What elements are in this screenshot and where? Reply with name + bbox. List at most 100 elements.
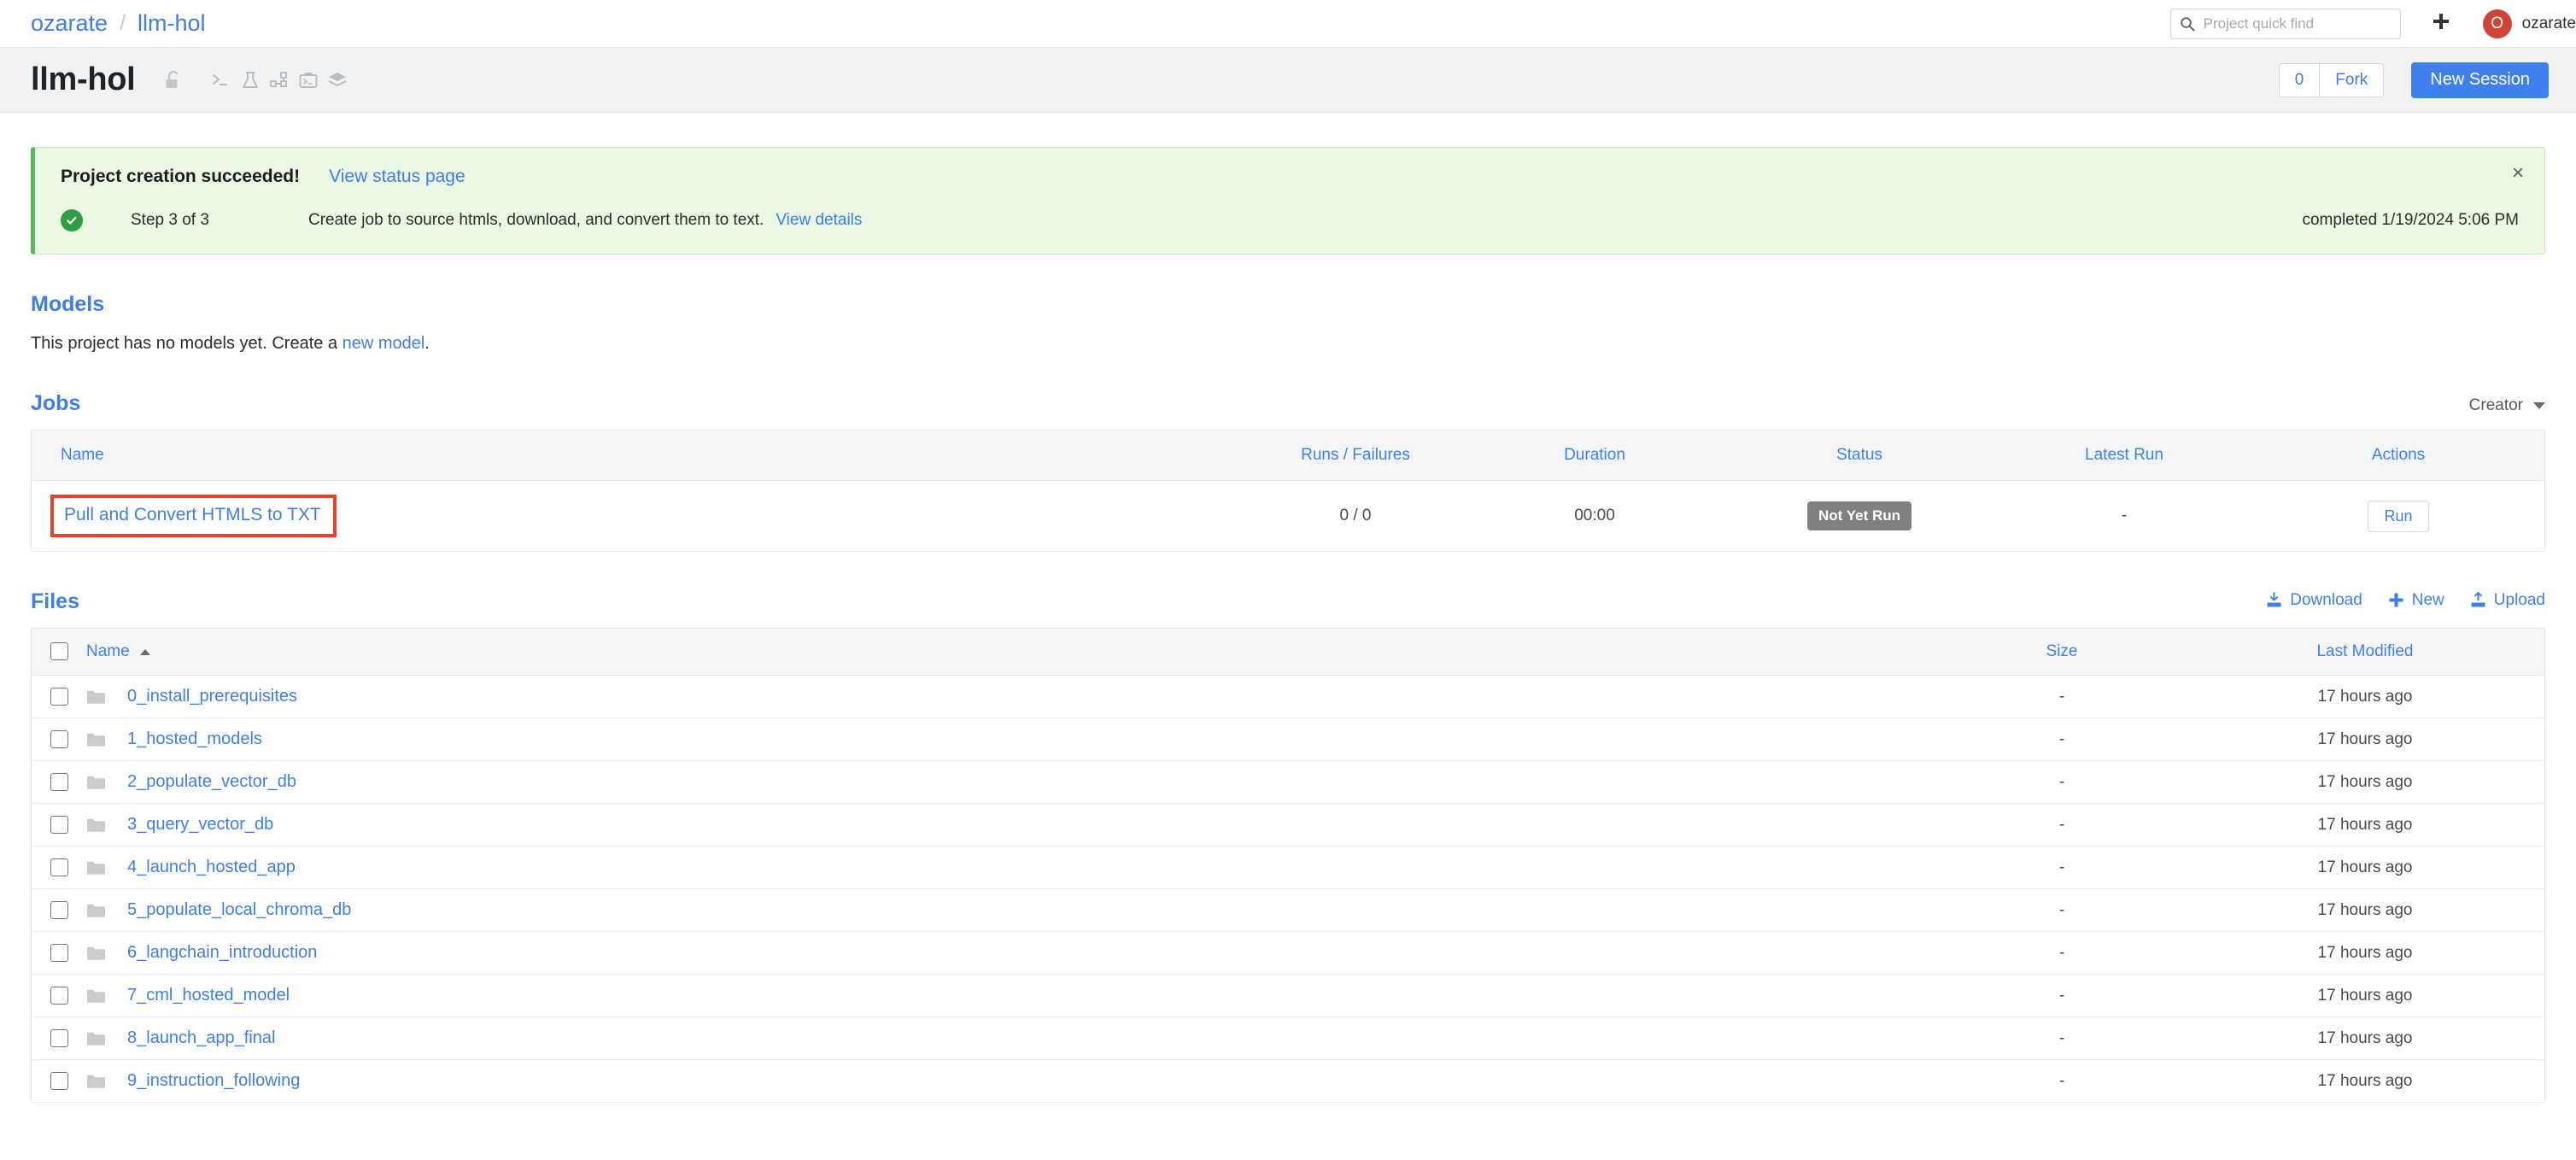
file-name-cell: 5_populate_local_chroma_db (86, 888, 1938, 932)
table-row[interactable]: 4_launch_hosted_app - 17 hours ago (32, 846, 2544, 889)
row-checkbox[interactable] (50, 986, 68, 1005)
models-empty-suffix: . (424, 334, 430, 353)
file-name-link[interactable]: 6_langchain_introduction (127, 943, 317, 963)
files-col-size[interactable]: Size (1938, 629, 2186, 676)
fork-button-group[interactable]: 0 Fork (2278, 62, 2385, 97)
run-button[interactable]: Run (2368, 500, 2429, 532)
folder-icon (86, 903, 105, 918)
file-name-link[interactable]: 1_hosted_models (127, 729, 262, 749)
table-row[interactable]: 7_cml_hosted_model - 17 hours ago (32, 974, 2544, 1017)
file-select-cell (32, 1059, 86, 1102)
file-name-link[interactable]: 9_instruction_following (127, 1071, 300, 1091)
file-last-modified: 17 hours ago (2186, 1059, 2544, 1102)
terminal-icon[interactable] (207, 67, 236, 93)
creator-filter-dropdown[interactable]: Creator (2469, 396, 2545, 415)
view-status-page-link[interactable]: View status page (329, 167, 465, 187)
row-checkbox[interactable] (50, 1028, 68, 1047)
job-name-link[interactable]: Pull and Convert HTMLS to TXT (64, 505, 321, 524)
breadcrumb-separator: / (120, 11, 126, 35)
model-graph-icon[interactable] (265, 67, 294, 93)
file-size: - (1938, 803, 2186, 847)
breadcrumb: ozarate / llm-hol (31, 10, 206, 37)
row-checkbox[interactable] (50, 858, 68, 876)
row-checkbox[interactable] (50, 815, 68, 834)
search-icon (2180, 16, 2195, 32)
files-col-name[interactable]: Name (86, 629, 1938, 676)
jobs-col-status: Status (1723, 431, 1996, 481)
job-name-cell: Pull and Convert HTMLS to TXT (32, 480, 1244, 551)
alert-header: Project creation succeeded! View status … (61, 167, 2519, 187)
new-model-link[interactable]: new model (342, 334, 425, 353)
models-section-title: Models (31, 292, 105, 316)
table-row[interactable]: 0_install_prerequisites - 17 hours ago (32, 675, 2544, 718)
file-name-link[interactable]: 3_query_vector_db (127, 815, 273, 835)
file-name-cell: 6_langchain_introduction (86, 931, 1938, 975)
job-briefcase-icon[interactable] (294, 67, 323, 93)
file-select-cell (32, 931, 86, 975)
table-row[interactable]: 1_hosted_models - 17 hours ago (32, 718, 2544, 761)
files-col-last-modified[interactable]: Last Modified (2186, 629, 2544, 676)
experiment-flask-icon[interactable] (236, 67, 265, 93)
alert-description: Create job to source htmls, download, an… (308, 211, 764, 229)
page-title: llm-hol (31, 62, 136, 97)
search-input[interactable] (2201, 14, 2392, 33)
top-navigation-bar: ozarate / llm-hol O ozarate (0, 0, 2576, 48)
file-last-modified: 17 hours ago (2186, 974, 2544, 1017)
row-checkbox[interactable] (50, 900, 68, 919)
unlock-icon[interactable] (159, 67, 188, 93)
download-button[interactable]: Download (2266, 591, 2362, 610)
table-row[interactable]: 3_query_vector_db - 17 hours ago (32, 803, 2544, 847)
close-icon[interactable]: × (2512, 163, 2524, 184)
table-row[interactable]: 6_langchain_introduction - 17 hours ago (32, 931, 2544, 975)
status-badge: Not Yet Run (1806, 501, 1912, 530)
table-row[interactable]: 2_populate_vector_db - 17 hours ago (32, 760, 2544, 804)
row-checkbox[interactable] (50, 687, 68, 706)
file-name-link[interactable]: 2_populate_vector_db (127, 772, 296, 792)
row-checkbox[interactable] (50, 729, 68, 748)
view-details-link[interactable]: View details (776, 211, 862, 230)
layers-stack-icon[interactable] (323, 67, 352, 93)
file-name-cell: 1_hosted_models (86, 718, 1938, 761)
new-file-button[interactable]: New (2388, 591, 2444, 610)
jobs-col-name[interactable]: Name (32, 431, 1244, 481)
user-menu[interactable]: O ozarate (2482, 9, 2576, 38)
alert-step-row: Step 3 of 3 Create job to source htmls, … (61, 209, 2519, 231)
creator-filter-label: Creator (2468, 396, 2523, 414)
files-section-header: Files Download New Upload (31, 589, 2545, 614)
upload-button[interactable]: Upload (2470, 591, 2545, 610)
fork-button[interactable]: Fork (2320, 64, 2383, 97)
file-name-link[interactable]: 4_launch_hosted_app (127, 858, 296, 877)
job-duration: 00:00 (1467, 480, 1723, 551)
project-quick-find[interactable] (2169, 8, 2401, 39)
jobs-section-title: Jobs (31, 391, 81, 415)
file-last-modified: 17 hours ago (2186, 760, 2544, 804)
file-size: - (1938, 888, 2186, 932)
annotation-highlight-box: Pull and Convert HTMLS to TXT (50, 495, 337, 537)
create-new-button[interactable] (2421, 7, 2461, 41)
breadcrumb-project[interactable]: llm-hol (138, 10, 206, 37)
row-checkbox[interactable] (50, 943, 68, 962)
files-header-actions: Download New Upload (2266, 591, 2545, 610)
job-runs-failures: 0 / 0 (1244, 480, 1467, 551)
file-name-link[interactable]: 0_install_prerequisites (127, 687, 297, 706)
row-checkbox[interactable] (50, 1071, 68, 1090)
jobs-header-actions: Creator (2469, 396, 2545, 415)
select-all-checkbox[interactable] (50, 642, 68, 661)
folder-icon (86, 860, 105, 876)
file-name-cell: 0_install_prerequisites (86, 675, 1938, 718)
row-checkbox[interactable] (50, 772, 68, 791)
file-name-link[interactable]: 7_cml_hosted_model (127, 986, 290, 1005)
table-row[interactable]: 9_instruction_following - 17 hours ago (32, 1059, 2544, 1102)
table-row[interactable]: 8_launch_app_final - 17 hours ago (32, 1016, 2544, 1060)
jobs-col-latest-run: Latest Run (1996, 431, 2252, 481)
file-last-modified: 17 hours ago (2186, 1016, 2544, 1060)
folder-icon (86, 946, 105, 961)
file-name-link[interactable]: 5_populate_local_chroma_db (127, 900, 351, 920)
models-empty-prefix: This project has no models yet. Create a (31, 334, 342, 353)
table-row[interactable]: 5_populate_local_chroma_db - 17 hours ag… (32, 888, 2544, 932)
new-session-button[interactable]: New Session (2411, 62, 2549, 98)
breadcrumb-owner[interactable]: ozarate (31, 10, 108, 37)
file-last-modified: 17 hours ago (2186, 888, 2544, 932)
file-name-link[interactable]: 8_launch_app_final (127, 1028, 276, 1048)
sort-asc-icon (139, 648, 150, 655)
